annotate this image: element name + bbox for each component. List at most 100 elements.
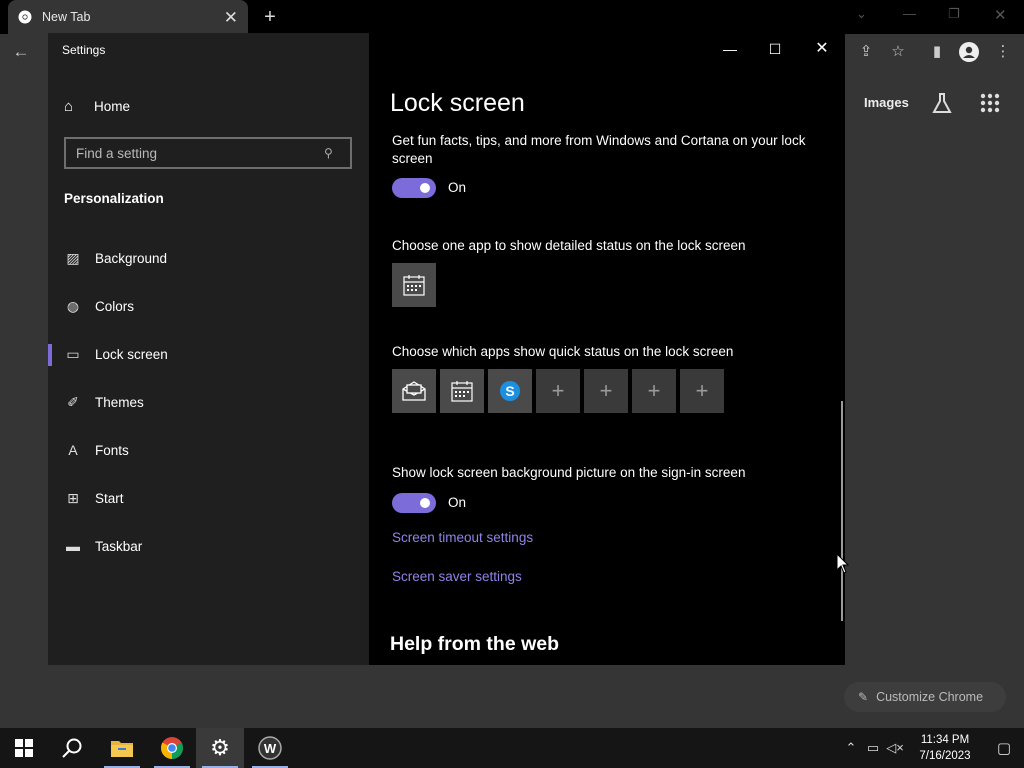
lock-screen-content: Lock screen Get fun facts, tips, and mor… xyxy=(369,33,845,665)
chrome-profile-icon[interactable] xyxy=(958,42,980,68)
clock-time: 11:34 PM xyxy=(920,734,970,746)
start-icon: ⊞ xyxy=(67,489,79,506)
settings-icon: ⚙ xyxy=(210,735,230,760)
quick-status-app-mail[interactable] xyxy=(392,369,436,413)
fun-facts-toggle[interactable] xyxy=(392,178,436,198)
fun-facts-toggle-label: On xyxy=(448,180,467,195)
palette-icon: ◍ xyxy=(66,297,80,314)
labs-flask-icon[interactable] xyxy=(931,92,953,119)
home-icon: ⌂ xyxy=(64,97,74,115)
notification-center-icon[interactable]: ▢ xyxy=(984,739,1024,757)
help-from-web-title: Help from the web xyxy=(390,633,560,655)
taskbar-clock[interactable]: 11:34 PM 7/16/2023 xyxy=(906,732,984,764)
search-icon[interactable]: ⚲ xyxy=(324,146,350,160)
apps-grid-icon[interactable] xyxy=(980,93,1000,118)
file-explorer-button[interactable] xyxy=(98,728,146,768)
nav-item-label: Taskbar xyxy=(95,538,143,554)
taskbar-icon: ▬ xyxy=(66,538,80,554)
nav-item-label: Start xyxy=(95,490,124,506)
detailed-status-app-calendar[interactable] xyxy=(392,263,436,307)
add-icon: + xyxy=(647,378,661,403)
chrome-tab-close-icon[interactable]: ✕ xyxy=(224,9,238,26)
nav-item-start[interactable]: ⊞ Start xyxy=(48,478,369,518)
fun-facts-description: Get fun facts, tips, and more from Windo… xyxy=(392,133,806,166)
chrome-taskbar-button[interactable] xyxy=(148,728,196,768)
quick-status-label: Choose which apps show quick status on t… xyxy=(392,344,734,359)
skype-icon: S xyxy=(500,381,520,401)
detailed-status-label: Choose one app to show detailed status o… xyxy=(392,238,746,253)
svg-text:S: S xyxy=(505,383,514,399)
nav-section-title: Personalization xyxy=(64,191,164,206)
signin-background-toggle[interactable] xyxy=(392,493,436,513)
add-icon: + xyxy=(695,378,709,403)
nav-item-themes[interactable]: ✐ Themes xyxy=(48,382,369,422)
toggle-knob xyxy=(420,183,430,193)
nav-home[interactable]: ⌂ Home xyxy=(64,95,130,117)
find-setting-search[interactable]: ⚲ xyxy=(64,137,352,169)
chrome-minimize-icon[interactable]: — xyxy=(903,6,916,21)
toggle-knob xyxy=(420,498,430,508)
chrome-tab[interactable]: New Tab ✕ xyxy=(8,0,248,34)
start-button[interactable] xyxy=(0,728,48,768)
mail-icon xyxy=(402,381,426,401)
nav-item-label: Themes xyxy=(95,394,144,410)
screen-saver-settings-link[interactable]: Screen saver settings xyxy=(392,569,522,584)
add-icon: + xyxy=(551,378,565,403)
chrome-images-link[interactable]: Images xyxy=(864,95,909,110)
content-scrollbar[interactable] xyxy=(841,401,843,621)
nav-item-lock-screen[interactable]: ▭ Lock screen xyxy=(48,334,369,374)
calendar-icon xyxy=(451,381,473,402)
chrome-back-icon[interactable]: ← xyxy=(10,42,32,62)
network-icon[interactable]: ▭ xyxy=(862,740,884,756)
clock-date: 7/16/2023 xyxy=(919,750,971,762)
chrome-tab-title: New Tab xyxy=(42,10,91,24)
screen-timeout-settings-link[interactable]: Screen timeout settings xyxy=(392,530,533,545)
chrome-new-tab-button[interactable]: + xyxy=(258,4,282,30)
nav-item-label: Lock screen xyxy=(95,346,168,362)
file-explorer-icon xyxy=(111,741,133,757)
customize-chrome-label: Customize Chrome xyxy=(876,690,984,704)
signin-background-toggle-label: On xyxy=(448,495,467,510)
themes-icon: ✐ xyxy=(67,393,79,410)
nav-item-label: Background xyxy=(95,250,168,266)
windows-logo-icon xyxy=(15,739,33,757)
nav-item-colors[interactable]: ◍ Colors xyxy=(48,286,369,326)
quick-status-app-skype[interactable]: S xyxy=(488,369,532,413)
nav-item-label: Fonts xyxy=(95,442,129,458)
quick-status-add-slot[interactable]: + xyxy=(632,369,676,413)
chrome-close-icon[interactable]: ✕ xyxy=(994,6,1007,24)
chrome-icon xyxy=(161,737,183,759)
settings-taskbar-button[interactable]: ⚙ xyxy=(196,728,244,768)
settings-window: Settings ⌂ Home ⚲ Personalization ▨ Back… xyxy=(48,33,845,665)
settings-nav-pane: Settings ⌂ Home ⚲ Personalization ▨ Back… xyxy=(48,33,369,665)
show-hidden-icons-chevron-icon[interactable]: ⌃ xyxy=(840,740,862,756)
system-tray: ⌃ ▭ ◁× 11:34 PM 7/16/2023 ▢ xyxy=(840,728,1024,768)
quick-status-add-slot[interactable]: + xyxy=(584,369,628,413)
add-icon: + xyxy=(599,378,613,403)
page-title: Lock screen xyxy=(390,89,525,117)
quick-status-add-slot[interactable]: + xyxy=(536,369,580,413)
chrome-side-panel-icon[interactable]: ▮ xyxy=(926,42,948,62)
volume-muted-icon[interactable]: ◁× xyxy=(884,740,906,756)
nav-item-background[interactable]: ▨ Background xyxy=(48,238,369,278)
customize-chrome-button[interactable]: ✎ Customize Chrome xyxy=(844,682,1006,712)
chrome-favicon-icon xyxy=(18,10,32,24)
chrome-share-icon[interactable]: ⇪ xyxy=(855,42,877,62)
chrome-menu-icon[interactable]: ⋮ xyxy=(992,42,1014,62)
taskbar: ⚙ W ⌃ ▭ ◁× 11:34 PM 7/16/2023 ▢ xyxy=(0,728,1024,768)
settings-window-title: Settings xyxy=(62,43,106,57)
mouse-cursor-icon xyxy=(836,553,850,574)
nav-item-fonts[interactable]: A Fonts xyxy=(48,430,369,470)
chrome-restore-icon[interactable]: ❐ xyxy=(948,6,960,22)
pencil-icon: ✎ xyxy=(858,690,869,704)
picture-icon: ▨ xyxy=(66,249,80,266)
app-w-taskbar-button[interactable]: W xyxy=(246,728,294,768)
fonts-icon: A xyxy=(68,442,78,458)
nav-item-taskbar[interactable]: ▬ Taskbar xyxy=(48,526,369,566)
taskbar-search-button[interactable] xyxy=(48,728,96,768)
find-setting-input[interactable] xyxy=(76,145,324,161)
quick-status-add-slot[interactable]: + xyxy=(680,369,724,413)
chrome-tab-search-icon[interactable]: ⌄ xyxy=(856,6,867,22)
chrome-bookmark-star-icon[interactable]: ☆ xyxy=(887,42,909,62)
quick-status-app-calendar[interactable] xyxy=(440,369,484,413)
